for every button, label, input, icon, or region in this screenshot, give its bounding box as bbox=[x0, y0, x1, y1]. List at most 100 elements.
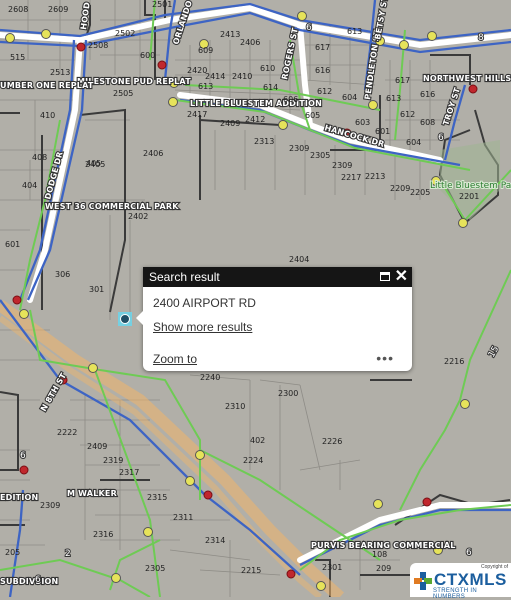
svg-text:2209: 2209 bbox=[390, 184, 410, 193]
svg-text:601: 601 bbox=[5, 240, 20, 249]
svg-text:2313: 2313 bbox=[254, 137, 274, 146]
logo-brand: CTXMLS bbox=[434, 570, 507, 589]
svg-text:600: 600 bbox=[140, 51, 155, 60]
svg-text:2513: 2513 bbox=[50, 68, 70, 77]
result-address: 2400 AIRPORT RD bbox=[153, 296, 256, 310]
svg-text:609: 609 bbox=[198, 46, 213, 55]
label-m-walker: M WALKER bbox=[67, 489, 117, 498]
svg-text:612: 612 bbox=[317, 87, 332, 96]
label-northwest-hills: NORTHWEST HILLS FIR bbox=[423, 74, 511, 83]
svg-text:2508: 2508 bbox=[88, 41, 108, 50]
svg-text:2608: 2608 bbox=[8, 5, 28, 14]
svg-text:2409: 2409 bbox=[220, 119, 240, 128]
svg-text:515: 515 bbox=[10, 53, 25, 62]
popup-title: Search result bbox=[149, 270, 220, 284]
svg-text:6: 6 bbox=[306, 23, 312, 33]
svg-text:2414: 2414 bbox=[205, 72, 225, 81]
logo-cross-icon bbox=[414, 572, 432, 590]
svg-text:2301: 2301 bbox=[322, 563, 342, 572]
svg-text:301: 301 bbox=[89, 285, 104, 294]
svg-text:601: 601 bbox=[375, 127, 390, 136]
ctxmls-logo: Copyright of CTXMLS STRENGTH IN NUMBERS bbox=[410, 563, 511, 600]
svg-text:410: 410 bbox=[40, 111, 55, 120]
show-more-results-link[interactable]: Show more results bbox=[153, 320, 252, 334]
svg-text:604: 604 bbox=[406, 138, 421, 147]
svg-text:2217: 2217 bbox=[341, 173, 361, 182]
svg-text:2417: 2417 bbox=[187, 110, 207, 119]
svg-text:2226: 2226 bbox=[322, 437, 342, 446]
svg-text:209: 209 bbox=[376, 564, 391, 573]
svg-text:404: 404 bbox=[22, 181, 37, 190]
maximize-icon[interactable] bbox=[380, 272, 390, 281]
svg-text:603: 603 bbox=[355, 118, 370, 127]
svg-text:6: 6 bbox=[20, 451, 26, 461]
svg-text:617: 617 bbox=[315, 43, 330, 52]
svg-text:613: 613 bbox=[386, 94, 401, 103]
svg-text:616: 616 bbox=[420, 90, 435, 99]
svg-text:2315: 2315 bbox=[147, 493, 167, 502]
label-number-one: UMBER ONE REPLAT bbox=[0, 81, 94, 90]
svg-text:608: 608 bbox=[420, 118, 435, 127]
label-edition: EDITION bbox=[0, 493, 38, 502]
svg-text:614: 614 bbox=[263, 83, 278, 92]
svg-text:6: 6 bbox=[438, 133, 444, 143]
svg-text:2406: 2406 bbox=[143, 149, 163, 158]
svg-text:2240: 2240 bbox=[200, 373, 220, 382]
svg-text:2309: 2309 bbox=[40, 501, 60, 510]
svg-text:2205: 2205 bbox=[410, 188, 430, 197]
svg-text:2404: 2404 bbox=[289, 255, 309, 264]
svg-text:604: 604 bbox=[342, 93, 357, 102]
svg-text:2300: 2300 bbox=[278, 389, 298, 398]
svg-text:2409: 2409 bbox=[87, 442, 107, 451]
svg-text:2310: 2310 bbox=[225, 402, 245, 411]
svg-text:2406: 2406 bbox=[240, 38, 260, 47]
svg-text:2201: 2201 bbox=[459, 192, 479, 201]
label-little-bluestem-park: Little Bluestem Pa bbox=[430, 181, 511, 191]
svg-text:6: 6 bbox=[35, 575, 41, 585]
svg-text:605: 605 bbox=[305, 111, 320, 120]
svg-text:617: 617 bbox=[395, 76, 410, 85]
svg-text:2316: 2316 bbox=[93, 530, 113, 539]
svg-text:2501: 2501 bbox=[152, 0, 172, 9]
svg-text:108: 108 bbox=[372, 550, 387, 559]
more-options-icon[interactable]: ••• bbox=[376, 350, 394, 366]
svg-text:2213: 2213 bbox=[365, 172, 385, 181]
svg-text:616: 616 bbox=[315, 66, 330, 75]
svg-text:2309: 2309 bbox=[332, 161, 352, 170]
svg-text:2314: 2314 bbox=[205, 536, 225, 545]
svg-text:2311: 2311 bbox=[173, 513, 193, 522]
svg-text:2305: 2305 bbox=[145, 564, 165, 573]
popup-pointer bbox=[136, 311, 143, 325]
svg-text:2: 2 bbox=[65, 549, 71, 559]
svg-text:2319: 2319 bbox=[103, 456, 123, 465]
svg-text:8: 8 bbox=[478, 33, 484, 43]
svg-text:405: 405 bbox=[86, 159, 101, 168]
svg-text:606: 606 bbox=[283, 95, 298, 104]
svg-text:2412: 2412 bbox=[245, 115, 265, 124]
svg-text:613: 613 bbox=[198, 82, 213, 91]
svg-text:6: 6 bbox=[466, 548, 472, 558]
svg-text:402: 402 bbox=[250, 436, 265, 445]
zoom-to-link[interactable]: Zoom to bbox=[153, 352, 197, 366]
svg-text:2505: 2505 bbox=[113, 89, 133, 98]
svg-text:2402: 2402 bbox=[128, 212, 148, 221]
svg-text:306: 306 bbox=[55, 270, 70, 279]
svg-text:2413: 2413 bbox=[220, 30, 240, 39]
svg-text:2215: 2215 bbox=[241, 566, 261, 575]
label-purvis: PURVIS BEARING COMMERCIAL bbox=[311, 541, 456, 550]
svg-text:2502: 2502 bbox=[115, 29, 135, 38]
close-icon[interactable]: ✕ bbox=[395, 267, 408, 287]
search-result-popup: Search result ✕ 2400 AIRPORT RD Show mor… bbox=[136, 267, 412, 371]
label-little-bluestem-addition: LITTLE BLUESTEM ADDITION bbox=[190, 99, 322, 108]
svg-text:2317: 2317 bbox=[119, 468, 139, 477]
svg-text:2216: 2216 bbox=[444, 357, 464, 366]
svg-text:2609: 2609 bbox=[48, 5, 68, 14]
svg-text:205: 205 bbox=[5, 548, 20, 557]
search-result-marker[interactable] bbox=[118, 312, 132, 326]
svg-text:613: 613 bbox=[347, 27, 362, 36]
svg-text:612: 612 bbox=[400, 110, 415, 119]
label-west36: WEST 36 COMMERCIAL PARK bbox=[45, 202, 179, 211]
svg-text:610: 610 bbox=[260, 64, 275, 73]
svg-text:2224: 2224 bbox=[243, 456, 263, 465]
label-milestone: MILESTONE PUD REPLAT bbox=[77, 77, 191, 86]
